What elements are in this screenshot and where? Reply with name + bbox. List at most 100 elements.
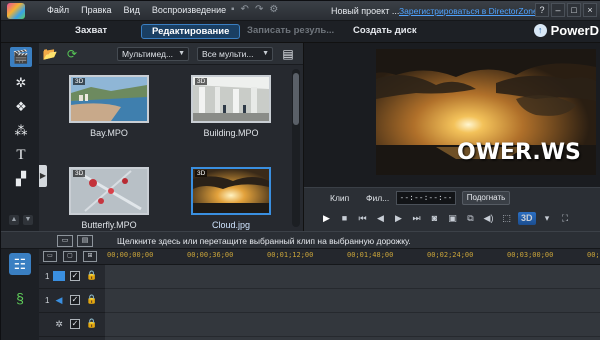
audio-mixer-icon[interactable]: § xyxy=(9,287,31,309)
add-track-icon[interactable]: ⊞ xyxy=(83,251,97,262)
timeline-view-icon[interactable]: ▭ xyxy=(57,235,73,247)
chevron-down-icon[interactable]: ▾ xyxy=(541,212,554,225)
particle-room-icon[interactable]: ⁂ xyxy=(10,121,32,141)
help-button[interactable]: ? xyxy=(535,3,549,17)
minimize-button[interactable]: – xyxy=(551,3,565,17)
timecode-display[interactable]: --:--:--:-- xyxy=(396,191,456,205)
stop-icon[interactable]: ■ xyxy=(338,212,351,225)
transition-room-icon[interactable]: ▞ xyxy=(10,169,32,189)
project-name: Новый проект ... xyxy=(331,6,400,16)
lock-icon[interactable]: 🔒 xyxy=(86,294,97,305)
title-room-icon[interactable]: T xyxy=(10,145,32,165)
track-area[interactable] xyxy=(105,265,600,340)
play-icon[interactable]: ▶ xyxy=(320,212,333,225)
tab-capture[interactable]: Захват xyxy=(75,25,107,36)
scrollbar-thumb[interactable] xyxy=(293,73,299,125)
media-room-icon[interactable]: 🎬 xyxy=(10,47,32,67)
fx-room-icon[interactable]: ✲ xyxy=(10,73,32,93)
settings-gear-icon[interactable]: ⚙ xyxy=(269,4,278,15)
collapse-panel-button[interactable]: ▶ xyxy=(39,165,47,187)
clip-name: Bay.MPO xyxy=(90,128,128,138)
zoom-icon[interactable]: ⬚ xyxy=(500,212,513,225)
volume-icon[interactable]: ◀) xyxy=(482,212,495,225)
track-header-audio: 1 ◀ ✓ 🔒 xyxy=(39,289,105,313)
scroll-up-icon[interactable]: ▲ xyxy=(9,215,19,225)
badge-3d: 3D xyxy=(73,170,86,177)
next-frame-icon[interactable]: ⏭ xyxy=(410,212,423,225)
refresh-icon[interactable]: ⟳ xyxy=(63,46,81,62)
menu-edit[interactable]: Правка xyxy=(81,5,111,15)
video-track-lane[interactable] xyxy=(105,265,600,289)
title-bar: Файл Правка Вид Воспроизведение ▪ ↶ ↷ ⚙ … xyxy=(1,1,600,21)
close-button[interactable]: × xyxy=(583,3,597,17)
ruler-tick: 00;00;36;00 xyxy=(187,251,234,259)
chevron-down-icon: ▼ xyxy=(262,50,269,57)
fullscreen-icon[interactable]: ⛶ xyxy=(559,212,572,225)
redo-icon[interactable]: ↷ xyxy=(255,4,263,15)
clip-name: Cloud.jpg xyxy=(211,220,251,230)
clip-item[interactable]: 3D Bay.MPO xyxy=(69,75,149,138)
video-track-icon xyxy=(53,271,65,281)
tab-edit[interactable]: Редактирование xyxy=(141,24,241,39)
step-forward-icon[interactable]: ▶ xyxy=(392,212,405,225)
ruler-tick: 00;00;00;00 xyxy=(107,251,154,259)
preview-quality-icon[interactable]: ▣ xyxy=(446,212,459,225)
clip-name: Building.MPO xyxy=(203,128,259,138)
playback-controls: Клип Фил... --:--:--:-- Подогнать ▶ ■ ⏮ … xyxy=(304,187,600,231)
save-icon[interactable]: ▪ xyxy=(231,4,235,15)
undock-icon[interactable]: ⧉ xyxy=(464,212,477,225)
fit-button[interactable]: Подогнать xyxy=(462,191,510,205)
3d-mode-button[interactable]: 3D xyxy=(518,212,536,225)
badge-3d: 3D xyxy=(195,78,208,85)
fx-track-lane[interactable] xyxy=(105,313,600,337)
clip-item[interactable]: 3D Cloud.jpg xyxy=(191,167,271,230)
menu-view[interactable]: Вид xyxy=(124,5,140,15)
movie-mode-toggle[interactable]: Фил... xyxy=(366,193,389,203)
clip-thumbnail: 3D xyxy=(191,75,271,123)
import-folder-icon[interactable]: 📂 xyxy=(41,46,59,62)
scroll-down-icon[interactable]: ▼ xyxy=(23,215,33,225)
track-headers: 1 ✓ 🔒 1 ◀ ✓ 🔒 ✲ ✓ 🔒 xyxy=(39,265,105,340)
track-manager-icon[interactable]: ☷ xyxy=(9,253,31,275)
track-enable-checkbox[interactable]: ✓ xyxy=(70,319,80,329)
snapshot-icon[interactable]: ◙ xyxy=(428,212,441,225)
library-menu-icon[interactable]: ▤ xyxy=(279,46,297,62)
clip-mode-toggle[interactable]: Клип xyxy=(330,193,349,203)
clip-item[interactable]: 3D Building.MPO xyxy=(191,75,271,138)
undo-icon[interactable]: ↶ xyxy=(241,4,249,15)
marker-icon[interactable]: ▢ xyxy=(63,251,77,262)
app-logo-icon[interactable] xyxy=(7,3,25,19)
previous-frame-icon[interactable]: ⏮ xyxy=(356,212,369,225)
upgrade-arrow-icon[interactable]: ↑ xyxy=(533,24,547,37)
step-back-icon[interactable]: ◀ xyxy=(374,212,387,225)
storyboard-view-icon[interactable]: ▤ xyxy=(77,235,93,247)
menu-file[interactable]: Файл xyxy=(47,5,69,15)
timeline-sidebar: ☷ § xyxy=(1,249,39,340)
track-number: 1 xyxy=(45,296,50,305)
library-scrollbar[interactable] xyxy=(292,69,300,227)
lock-icon[interactable]: 🔒 xyxy=(86,270,97,281)
timeline: ☷ § ▭ ▢ ⊞ 00;00;00;00 00;00;36;00 00;01;… xyxy=(1,249,600,340)
ruler-tick: 00;01;48;00 xyxy=(347,251,394,259)
media-scope-dropdown[interactable]: Все мульти... ▼ xyxy=(197,47,273,61)
track-enable-checkbox[interactable]: ✓ xyxy=(70,295,80,305)
clip-grid: 3D Bay.MPO 3D Building.MPO 3D Butterfly.… xyxy=(39,65,291,231)
room-scroll: ▲ ▼ xyxy=(9,215,33,225)
audio-track-lane[interactable] xyxy=(105,289,600,313)
media-type-dropdown[interactable]: Мультимед... ▼ xyxy=(117,47,189,61)
track-enable-checkbox[interactable]: ✓ xyxy=(70,271,80,281)
ruler-tick: 00;03;36;00 xyxy=(587,251,600,259)
brand-name: PowerD xyxy=(550,23,599,38)
room-toolbar: 🎬 ✲ ❖ ⁂ T ▞ ▲ ▼ xyxy=(1,43,39,231)
menu-playback[interactable]: Воспроизведение xyxy=(152,5,226,15)
register-link[interactable]: Зарегистрироваться в DirectorZone xyxy=(399,6,538,16)
preview-screen: OWER.WS xyxy=(376,49,596,175)
pip-designer-icon[interactable]: ❖ xyxy=(10,97,32,117)
tab-create-disc[interactable]: Создать диск xyxy=(353,25,417,36)
clip-item[interactable]: 3D Butterfly.MPO xyxy=(69,167,149,230)
fit-timeline-icon[interactable]: ▭ xyxy=(43,251,57,262)
lock-icon[interactable]: 🔒 xyxy=(86,318,97,329)
time-ruler[interactable]: 00;00;00;00 00;00;36;00 00;01;12;00 00;0… xyxy=(105,249,600,265)
maximize-button[interactable]: □ xyxy=(567,3,581,17)
app-window: Файл Правка Вид Воспроизведение ▪ ↶ ↷ ⚙ … xyxy=(0,0,600,340)
